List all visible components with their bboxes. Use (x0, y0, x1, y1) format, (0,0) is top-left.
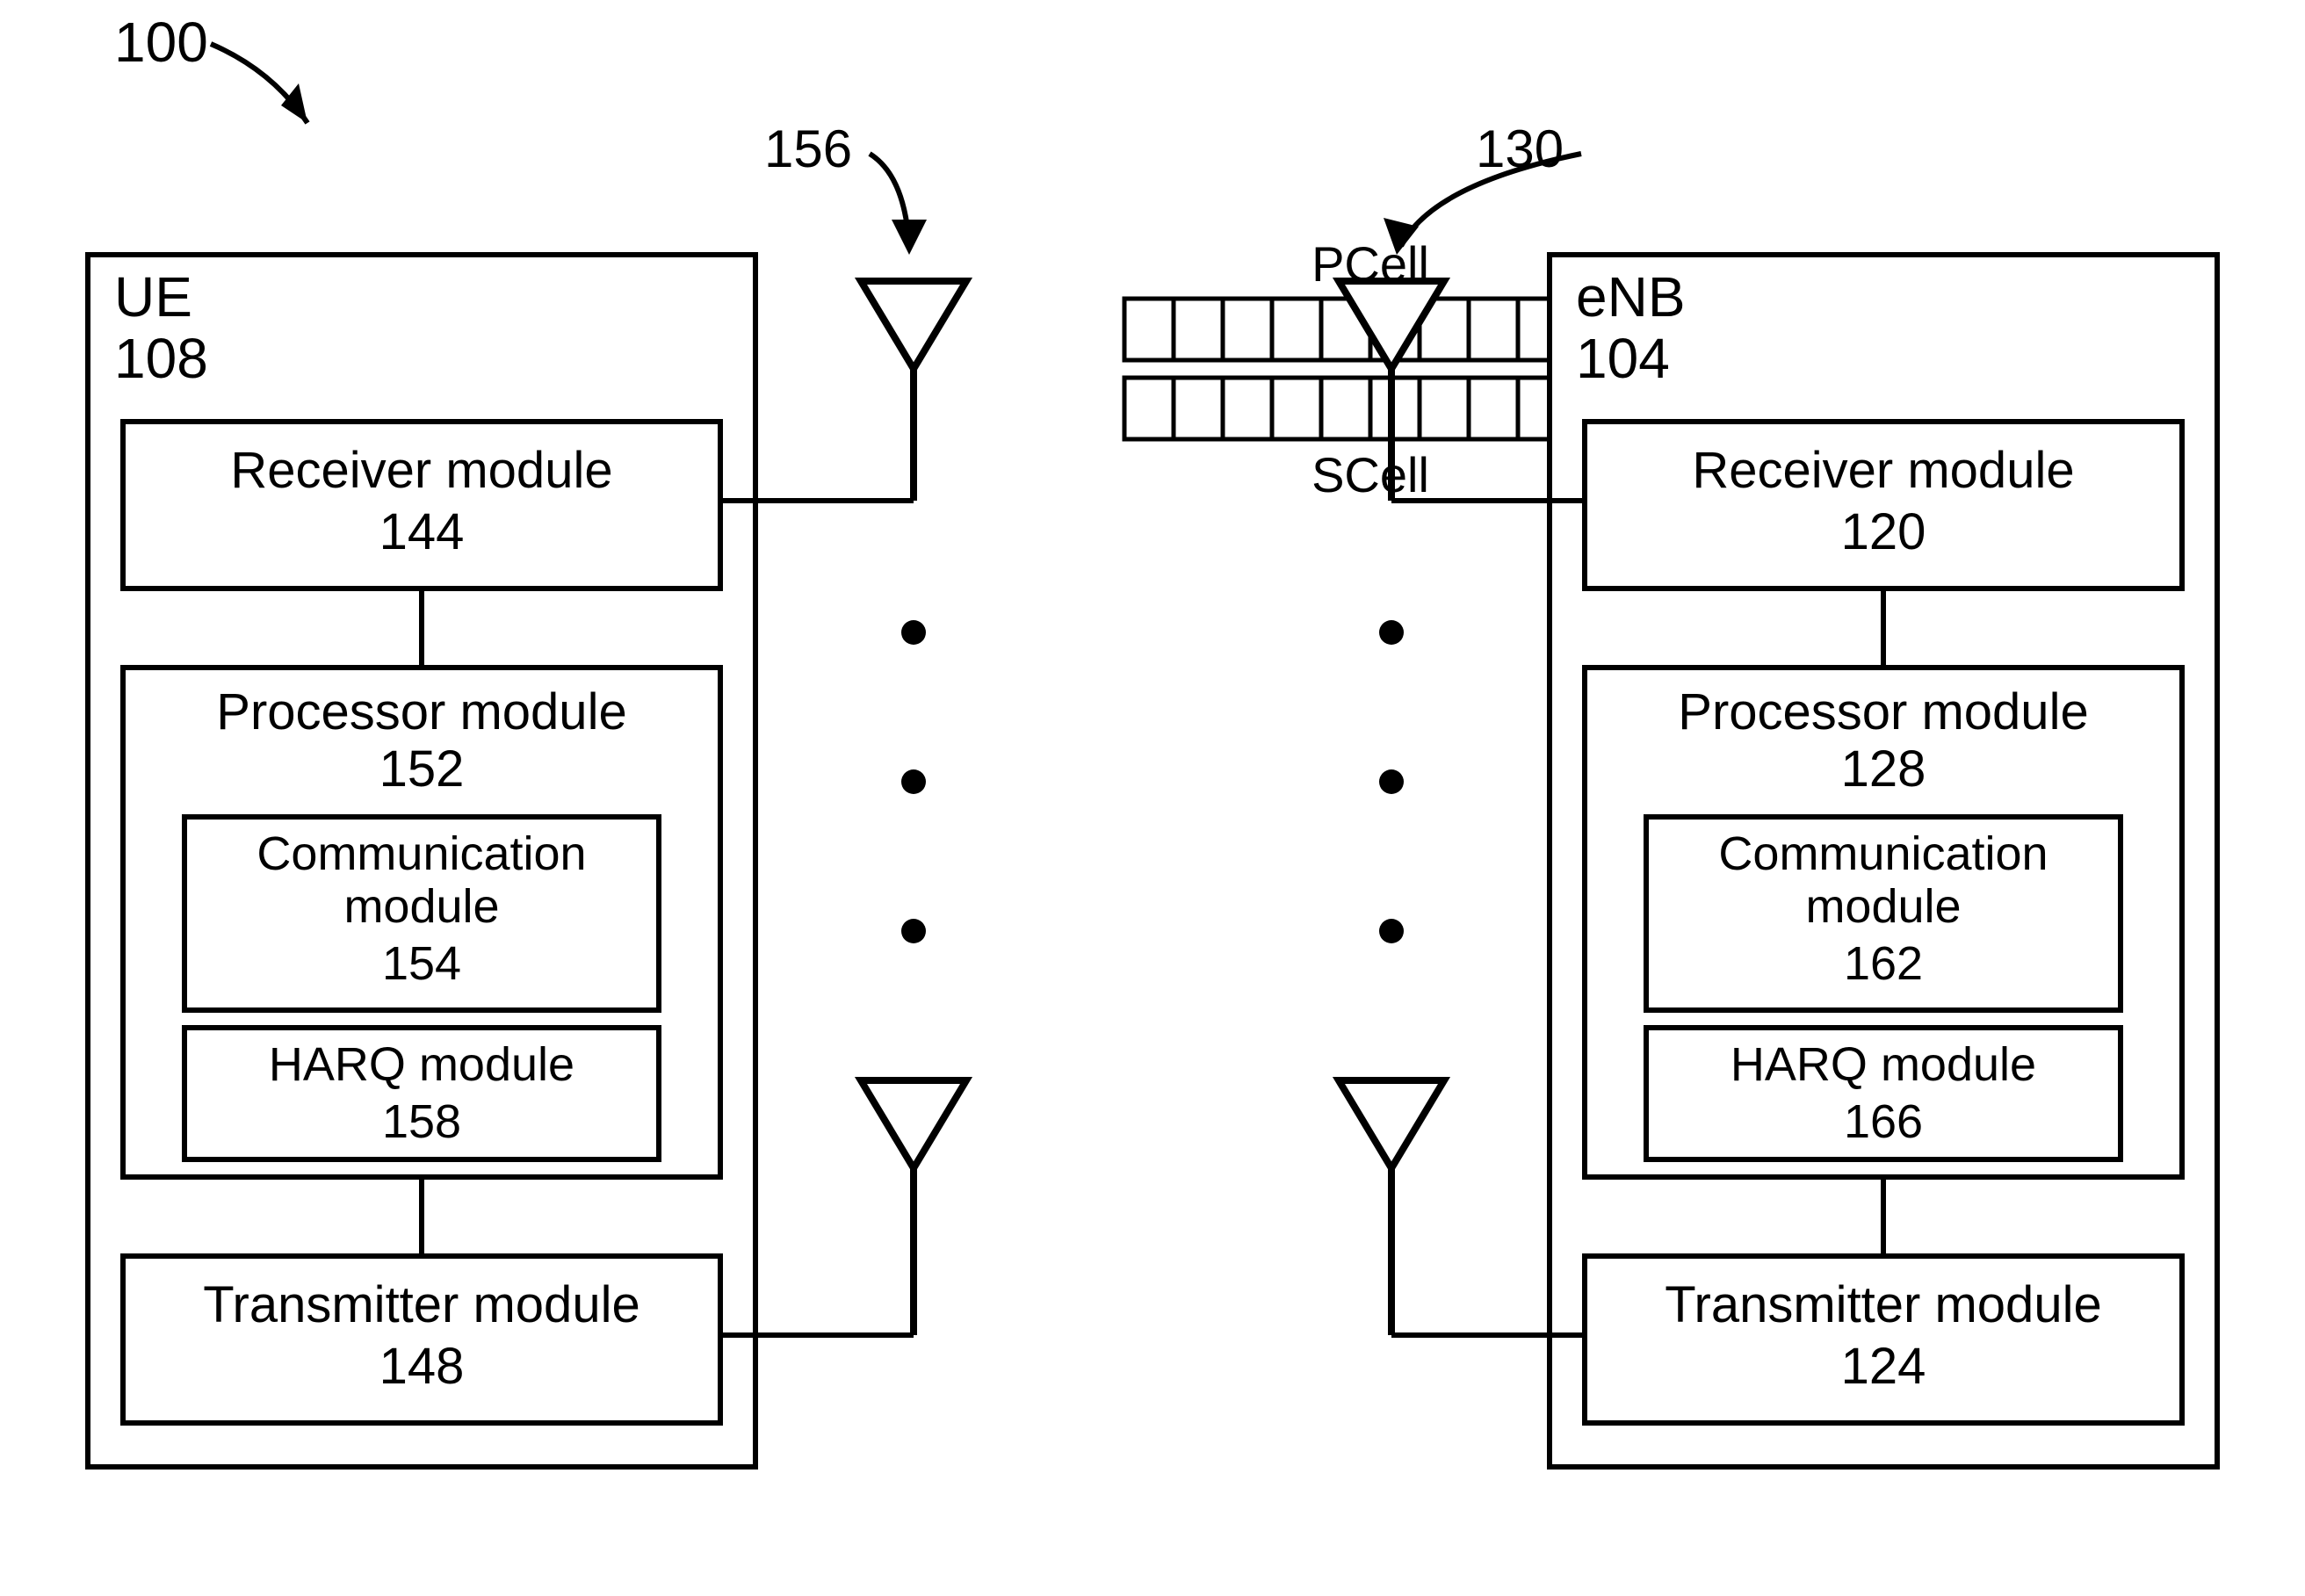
ue-comm-number: 154 (382, 937, 461, 990)
ue-dot-2 (901, 769, 926, 794)
enb-comm-title-2: module (1805, 880, 1961, 933)
ue-receiver-number: 144 (379, 503, 465, 560)
enb-dot-1 (1379, 620, 1404, 645)
ue-harq-number: 158 (382, 1095, 461, 1148)
ue-dot-3 (901, 919, 926, 943)
ue-antenna-label: 156 (764, 119, 852, 178)
figure-label: 100 (114, 11, 208, 74)
enb-transmitter-title: Transmitter module (1665, 1276, 2101, 1333)
enb-harq-number: 166 (1844, 1095, 1923, 1148)
enb-comm-number: 162 (1844, 937, 1923, 990)
enb-processor-number: 128 (1841, 740, 1926, 798)
ue-number: 108 (114, 327, 208, 390)
enb-comm-title-1: Communication (1718, 827, 2048, 880)
block-diagram: 100 UE 108 Receiver module 144 Processor… (0, 0, 2305, 1596)
ue-ant-bot-icon (861, 1080, 966, 1168)
ue-processor-title: Processor module (216, 683, 626, 740)
ue-ant-top-icon (861, 281, 966, 369)
ue-processor-number: 152 (379, 740, 465, 798)
enb-receiver-title: Receiver module (1692, 442, 2074, 499)
enb-receiver-number: 120 (1841, 503, 1926, 560)
enb-processor-title: Processor module (1678, 683, 2088, 740)
enb-title: eNB (1576, 265, 1686, 329)
enb-dot-3 (1379, 919, 1404, 943)
scell-strip (1124, 378, 1616, 439)
enb-harq-title: HARQ module (1731, 1038, 2036, 1091)
ue-transmitter-title: Transmitter module (203, 1276, 639, 1333)
ue-dot-1 (901, 620, 926, 645)
enb-number: 104 (1576, 327, 1670, 390)
enb-transmitter-number: 124 (1841, 1338, 1926, 1395)
ue-transmitter-number: 148 (379, 1338, 465, 1395)
ue-harq-title: HARQ module (269, 1038, 574, 1091)
enb-ant-bot-icon (1339, 1080, 1444, 1168)
enb-ant-top-icon (1339, 281, 1444, 369)
ue-title: UE (114, 265, 192, 329)
enb-dot-2 (1379, 769, 1404, 794)
ue-comm-title-2: module (343, 880, 499, 933)
scell-label: SCell (1311, 447, 1429, 502)
ue-receiver-title: Receiver module (230, 442, 612, 499)
ue-antenna-arrowhead (892, 220, 927, 255)
figure-arrowhead (281, 83, 307, 123)
ue-comm-title-1: Communication (257, 827, 586, 880)
